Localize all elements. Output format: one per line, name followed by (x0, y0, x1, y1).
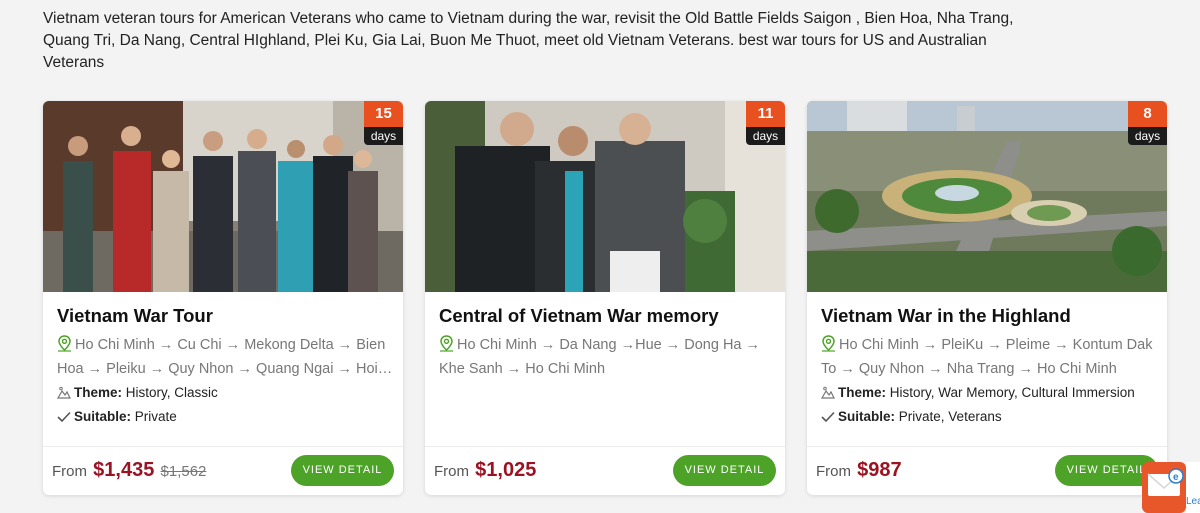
theme-key: Theme: (838, 385, 887, 400)
duration-badge: 11 days (746, 101, 785, 145)
landscape-icon (57, 386, 71, 399)
route-text: Ho Chi Minh → Da Nang →Hue → Dong Ha → K… (439, 337, 761, 377)
tour-suitable: Suitable: Private, Veterans (821, 409, 1002, 424)
duration-badge: 15 days (364, 101, 403, 145)
tour-photo[interactable]: 11 days (425, 101, 785, 292)
view-detail-button[interactable]: VIEW DETAIL (291, 455, 394, 486)
route-text: Ho Chi Minh → Cu Chi → Mekong Delta → Bi… (57, 337, 386, 377)
duration-days-unit: days (746, 127, 785, 145)
tour-card-central-war-memory[interactable]: 11 days Central of Vietnam War memory Ho… (425, 101, 785, 495)
theme-key: Theme: (74, 385, 123, 400)
tour-photo[interactable]: 8 days (807, 101, 1167, 292)
suitable-key: Suitable: (74, 409, 132, 424)
tour-route: Ho Chi Minh → Cu Chi → Mekong Delta → Bi… (57, 335, 393, 380)
duration-days-number: 11 (746, 101, 785, 127)
suitable-key: Suitable: (838, 409, 896, 424)
duration-days-unit: days (1128, 127, 1167, 145)
chat-widget[interactable]: e Lea (1142, 462, 1200, 513)
duration-days-number: 15 (364, 101, 403, 127)
price-from-label: From (52, 463, 87, 480)
checkmark-icon (57, 411, 71, 423)
price-from-label: From (816, 463, 851, 480)
duration-days-number: 8 (1128, 101, 1167, 127)
view-detail-button[interactable]: VIEW DETAIL (673, 455, 776, 486)
price-amount: $1,435 (93, 459, 155, 481)
price-amount: $1,025 (475, 459, 537, 481)
card-divider (425, 446, 785, 447)
duration-badge: 8 days (1128, 101, 1167, 145)
tour-photo[interactable]: 15 days (43, 101, 403, 292)
card-divider (807, 446, 1167, 447)
tour-suitable: Suitable: Private (57, 409, 177, 424)
tour-price: From $987 (816, 459, 902, 482)
tour-card-war-in-highland[interactable]: 8 days Vietnam War in the Highland Ho Ch… (807, 101, 1167, 495)
theme-value: History, Classic (125, 385, 218, 400)
tour-route: Ho Chi Minh → Da Nang →Hue → Dong Ha → K… (439, 335, 775, 380)
tour-price: From $1,025 (434, 459, 536, 482)
suitable-value: Private (134, 409, 177, 424)
tour-card-vietnam-war-tour[interactable]: 15 days Vietnam War Tour Ho Chi Minh → C… (43, 101, 403, 495)
suitable-value: Private, Veterans (898, 409, 1002, 424)
tour-title[interactable]: Vietnam War Tour (57, 305, 213, 327)
tour-price: From $1,435 $1,562 (52, 459, 206, 482)
location-pin-icon (57, 335, 72, 359)
route-text: Ho Chi Minh → PleiKu → Pleime → Kontum D… (821, 337, 1153, 377)
price-from-label: From (434, 463, 469, 480)
location-pin-icon (439, 335, 454, 359)
duration-days-unit: days (364, 127, 403, 145)
landscape-icon (821, 386, 835, 399)
intro-text: Vietnam veteran tours for American Veter… (43, 10, 1014, 71)
checkmark-icon (821, 411, 835, 423)
tour-theme: Theme: History, War Memory, Cultural Imm… (821, 385, 1135, 400)
mail-envelope-icon (1142, 462, 1186, 513)
card-divider (43, 446, 403, 447)
tour-theme: Theme: History, Classic (57, 385, 218, 400)
price-amount: $987 (857, 459, 902, 481)
tour-title[interactable]: Central of Vietnam War memory (439, 305, 719, 327)
chat-widget-label: Lea (1186, 496, 1200, 507)
tour-title[interactable]: Vietnam War in the Highland (821, 305, 1071, 327)
location-pin-icon (821, 335, 836, 359)
price-old: $1,562 (160, 463, 207, 480)
tour-route: Ho Chi Minh → PleiKu → Pleime → Kontum D… (821, 335, 1157, 380)
theme-value: History, War Memory, Cultural Immersion (889, 385, 1135, 400)
